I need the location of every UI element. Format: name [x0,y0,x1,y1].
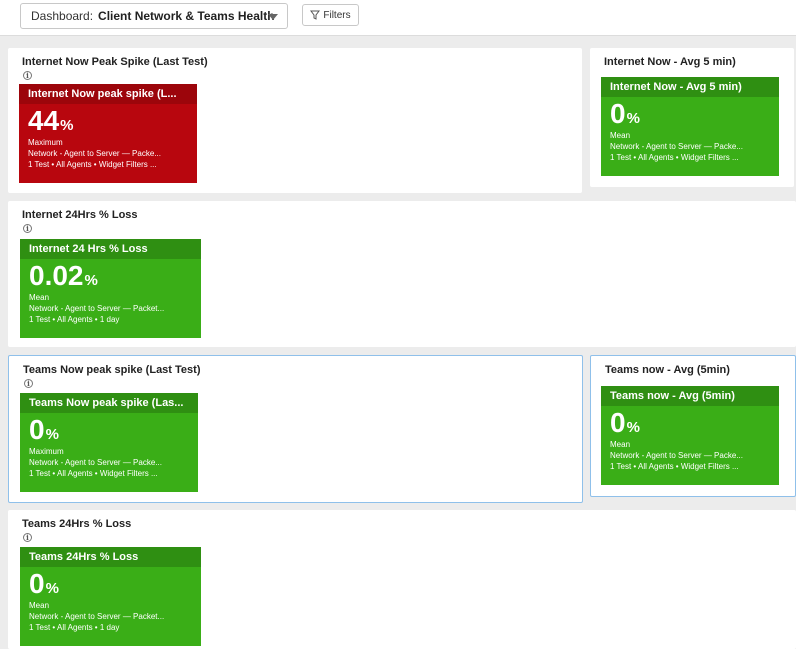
tile-scope: 1 Test • All Agents • Widget Filters ... [28,160,157,169]
number-tile[interactable]: Teams now - Avg (5min) 0% Mean Network -… [601,386,779,485]
widget-title: Internet 24Hrs % Loss [22,209,138,221]
number-tile[interactable]: Internet 24 Hrs % Loss 0.02% Mean Networ… [20,239,201,338]
filters-button-label: Filters [323,9,351,21]
tile-value: 0% [20,414,198,446]
tile-value: 0% [20,568,201,600]
widget-title: Teams Now peak spike (Last Test) [23,364,201,376]
tile-source: Network - Agent to Server — Packet... [29,304,165,313]
tile-source: Network - Agent to Server — Packe... [29,458,162,467]
info-icon[interactable]: i [23,71,32,80]
tile-header: Teams 24Hrs % Loss [20,547,201,567]
tile-stat-label: Maximum [29,447,64,456]
tile-stat-label: Mean [610,131,631,140]
number-tile[interactable]: Teams 24Hrs % Loss 0% Mean Network - Age… [20,547,201,646]
tile-header: Teams now - Avg (5min) [601,386,779,406]
tile-header: Internet Now - Avg 5 min) [601,77,779,97]
filter-icon [310,10,321,20]
tile-stat-label: Maximum [28,138,63,147]
widget-title: Teams now - Avg (5min) [605,364,730,376]
tile-value-unit: % [84,272,98,289]
dashboard-toolbar: Dashboard: Client Network & Teams Health… [0,0,796,36]
tile-stat-label: Mean [610,440,631,449]
tile-source: Network - Agent to Server — Packe... [610,451,743,460]
tile-scope: 1 Test • All Agents • Widget Filters ... [610,462,739,471]
tile-scope: 1 Test • All Agents • Widget Filters ... [610,153,739,162]
widget-panel-internet-now-peak-spike: Internet Now Peak Spike (Last Test) i In… [8,48,582,193]
tile-value-unit: % [60,117,74,134]
tile-scope: 1 Test • All Agents • Widget Filters ... [29,469,158,478]
tile-scope: 1 Test • All Agents • 1 day [29,315,120,324]
widget-panel-teams-now-avg: Teams now - Avg (5min) Teams now - Avg (… [590,355,796,497]
widget-title: Internet Now Peak Spike (Last Test) [22,56,208,68]
widget-panel-teams-24hrs-loss: Teams 24Hrs % Loss i Teams 24Hrs % Loss … [8,510,796,649]
tile-value-number: 44 [28,105,60,136]
tile-header: Teams Now peak spike (Las... [20,393,198,413]
widget-panel-internet-now-avg: Internet Now - Avg 5 min) Internet Now -… [590,48,794,187]
tile-source: Network - Agent to Server — Packe... [610,142,743,151]
tile-value-number: 0 [29,568,45,599]
tile-header: Internet Now peak spike (L... [19,84,197,104]
tile-stat-label: Mean [29,293,50,302]
number-tile[interactable]: Internet Now peak spike (L... 44% Maximu… [19,84,197,183]
tile-value: 0.02% [20,260,201,292]
widget-title: Teams 24Hrs % Loss [22,518,132,530]
filters-button[interactable]: Filters [302,4,359,26]
widget-title: Internet Now - Avg 5 min) [604,56,736,68]
tile-value: 0% [601,98,779,130]
tile-value-number: 0.02 [29,260,84,291]
widget-panel-teams-now-peak-spike: Teams Now peak spike (Last Test) i Teams… [8,355,583,503]
tile-value-unit: % [45,580,59,597]
number-tile[interactable]: Internet Now - Avg 5 min) 0% Mean Networ… [601,77,779,176]
tile-value: 0% [601,407,779,439]
number-tile[interactable]: Teams Now peak spike (Las... 0% Maximum … [20,393,198,492]
tile-value-unit: % [626,110,640,127]
tile-source: Network - Agent to Server — Packet... [29,612,165,621]
dashboard-selector-value: Client Network & Teams Health [98,9,275,23]
info-icon[interactable]: i [24,379,33,388]
tile-stat-label: Mean [29,601,50,610]
info-icon[interactable]: i [23,224,32,233]
tile-source: Network - Agent to Server — Packe... [28,149,161,158]
widget-panel-internet-24hrs-loss: Internet 24Hrs % Loss i Internet 24 Hrs … [8,201,796,347]
tile-value-unit: % [45,426,59,443]
tile-value-number: 0 [29,414,45,445]
tile-value-unit: % [626,419,640,436]
tile-value: 44% [19,105,197,137]
chevron-down-icon [268,14,278,20]
dashboard-selector[interactable]: Dashboard: Client Network & Teams Health [20,3,288,29]
tile-value-number: 0 [610,407,626,438]
dashboard-selector-prefix: Dashboard: [31,9,94,23]
tile-header: Internet 24 Hrs % Loss [20,239,201,259]
tile-scope: 1 Test • All Agents • 1 day [29,623,120,632]
tile-value-number: 0 [610,98,626,129]
info-icon[interactable]: i [23,533,32,542]
